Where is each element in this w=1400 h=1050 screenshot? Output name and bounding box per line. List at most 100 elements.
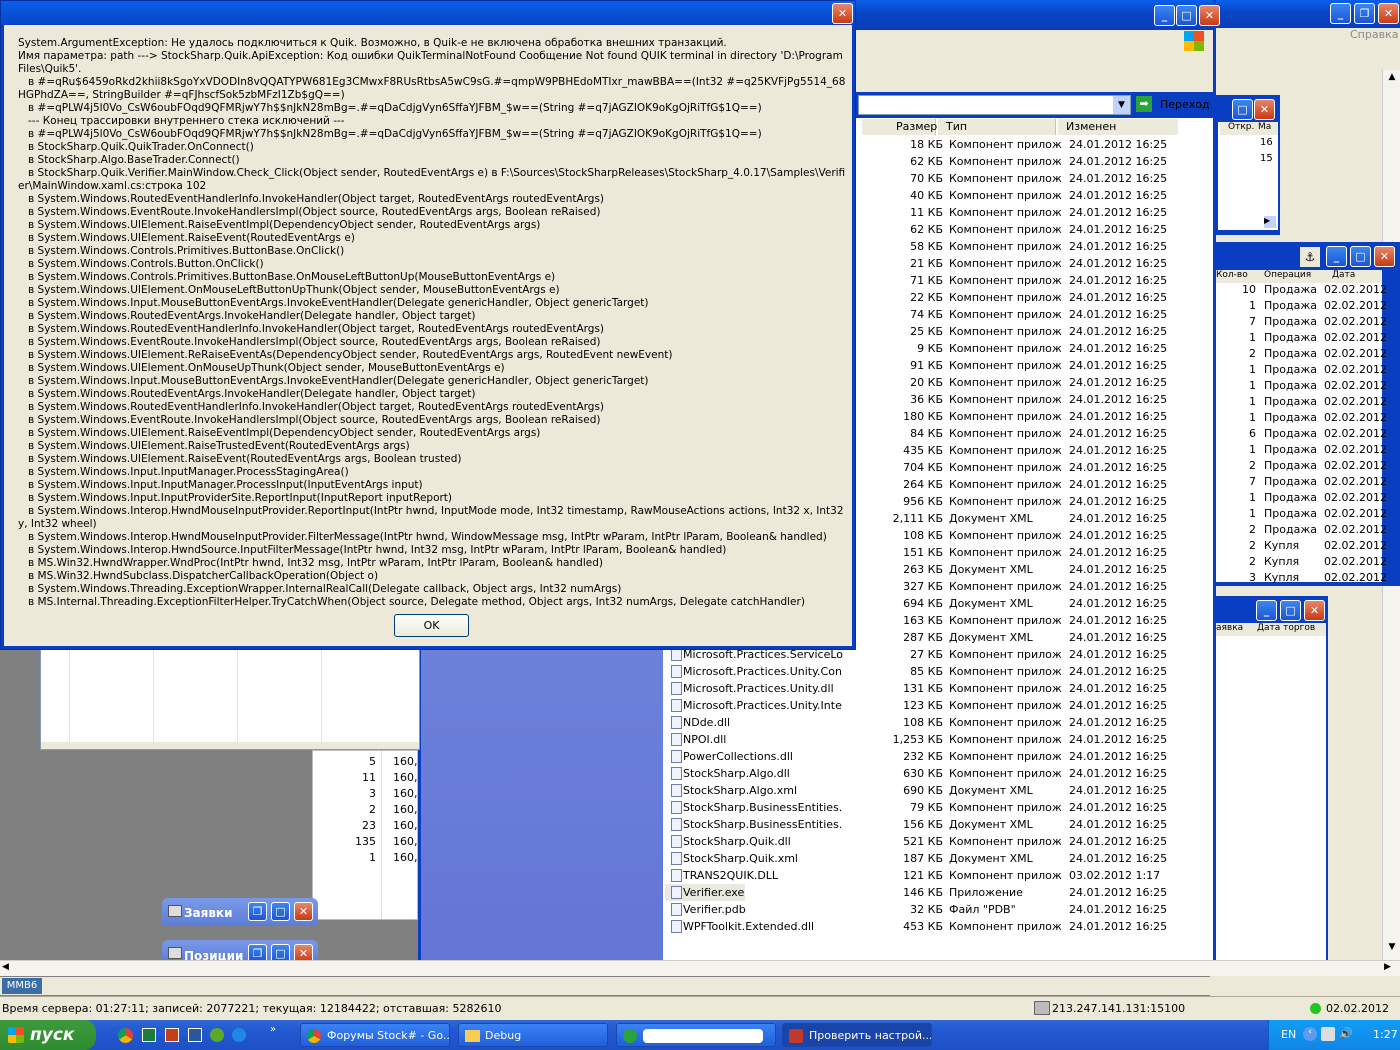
language-indicator[interactable]: EN xyxy=(1281,1028,1296,1041)
volume-icon[interactable]: 🔊 xyxy=(1339,1027,1353,1041)
trade-row[interactable]: 1 Продажа 02.02.2012 xyxy=(1216,442,1387,458)
trade-row[interactable]: 2 Продажа 02.02.2012 xyxy=(1216,458,1387,474)
file-row[interactable]: WPFToolkit.Extended.dll 453 КБ Компонент п… xyxy=(667,919,1227,936)
maximize-button[interactable]: □ xyxy=(1350,246,1371,267)
file-row[interactable]: StockSharp.Quik.xml 187 КБ Документ XML 24.… xyxy=(667,851,1227,868)
restore-button[interactable]: ❐ xyxy=(1354,3,1375,24)
file-row[interactable]: StockSharp.BusinessEntities.dll 79 КБ Комп… xyxy=(667,800,1227,817)
scroll-up-icon[interactable]: ▲ xyxy=(1385,72,1399,86)
trade-row[interactable]: 2 Продажа 02.02.2012 xyxy=(1216,346,1387,362)
mini-window-orders[interactable]: Заявки ❐ □ ✕ xyxy=(162,898,318,926)
ok-button[interactable]: OK xyxy=(394,614,469,637)
table-row[interactable]: 11 160,1 xyxy=(313,771,419,787)
table-row[interactable]: 135 160,1 xyxy=(313,835,419,851)
orders-header-tradedate[interactable]: Дата торгов xyxy=(1254,623,1326,636)
address-bar[interactable] xyxy=(858,95,1131,115)
tray-app-icon[interactable] xyxy=(1321,1027,1335,1041)
col-trunc-header[interactable]: Ма xyxy=(1258,122,1278,135)
file-row[interactable]: Verifier.exe 146 КБ Приложение 24.01.2012 1… xyxy=(667,885,1227,902)
table-row[interactable]: 1 160,1 xyxy=(313,851,419,867)
restore-button[interactable]: ❐ xyxy=(248,902,267,921)
trade-row[interactable]: 10 Продажа 02.02.2012 xyxy=(1216,282,1387,298)
close-button[interactable]: ✕ xyxy=(1374,246,1395,267)
start-button[interactable]: пуск xyxy=(0,1020,96,1050)
mini-window-positions[interactable]: Позиции ❐ □ ✕ xyxy=(162,940,318,962)
task-debug[interactable]: Debug xyxy=(458,1023,608,1047)
quicklaunch-chevron-icon[interactable]: » xyxy=(270,1024,276,1035)
trade-row[interactable]: 1 Продажа 02.02.2012 xyxy=(1216,394,1387,410)
scroll-right-icon[interactable]: ▶ xyxy=(1384,962,1391,972)
trade-row[interactable]: 2 Продажа 02.02.2012 xyxy=(1216,522,1387,538)
trade-row[interactable]: 1 Продажа 02.02.2012 xyxy=(1216,298,1387,314)
file-row[interactable]: NPOI.dll 1,253 КБ Компонент прилож... 24.01… xyxy=(667,732,1227,749)
minimize-button[interactable]: _ xyxy=(1154,5,1175,26)
maximize-button[interactable]: □ xyxy=(1176,5,1197,26)
utorrent-icon[interactable] xyxy=(210,1028,224,1042)
orders-header-trunc[interactable]: аявка xyxy=(1216,623,1254,636)
col-open-header[interactable]: Откр. xyxy=(1220,122,1258,135)
trade-row[interactable]: 7 Продажа 02.02.2012 xyxy=(1216,474,1387,490)
file-row[interactable]: StockSharp.Quik.dll 521 КБ Компонент прило… xyxy=(667,834,1227,851)
close-button[interactable]: ✕ xyxy=(832,3,853,24)
close-button[interactable]: ✕ xyxy=(1304,600,1325,621)
file-row[interactable]: StockSharp.Algo.xml 690 КБ Документ XML 24.… xyxy=(667,783,1227,800)
column-header-modified[interactable]: Изменен xyxy=(1058,119,1178,135)
maximize-button[interactable]: □ xyxy=(271,902,290,921)
excel-icon[interactable] xyxy=(142,1028,156,1042)
trade-row[interactable]: 1 Продажа 02.02.2012 xyxy=(1216,410,1387,426)
file-row[interactable]: Microsoft.Practices.Unity.Inte... 123 КБ К… xyxy=(667,698,1227,715)
close-button[interactable]: ✕ xyxy=(1254,99,1275,120)
scroll-right-icon[interactable]: ▶ xyxy=(1264,216,1276,228)
ie-icon[interactable] xyxy=(232,1028,246,1042)
table-row[interactable]: 2 160,1 xyxy=(313,803,419,819)
minimize-button[interactable]: _ xyxy=(1330,3,1351,24)
task-verifier[interactable]: Проверить настрой... xyxy=(782,1023,932,1047)
maximize-button[interactable]: □ xyxy=(1232,99,1253,120)
go-button[interactable]: Переход xyxy=(1160,98,1210,111)
table-row[interactable]: 5 160,1 xyxy=(313,755,419,771)
scroll-left-icon[interactable]: ◀ xyxy=(2,962,9,972)
file-row[interactable]: Verifier.pdb 32 КБ Файл "PDB" 24.01.2012 16… xyxy=(667,902,1227,919)
menu-help[interactable]: Справка xyxy=(1350,28,1398,41)
close-button[interactable]: ✕ xyxy=(294,902,313,921)
trade-row[interactable]: 1 Продажа 02.02.2012 xyxy=(1216,378,1387,394)
column-header-type[interactable]: Тип xyxy=(938,119,1056,135)
close-button[interactable]: ✕ xyxy=(1378,3,1399,24)
file-row[interactable]: StockSharp.BusinessEntities.xml156 КБДок… xyxy=(667,817,1227,834)
tab-mmb6[interactable]: MMB6 xyxy=(2,978,42,994)
chrome-icon[interactable] xyxy=(118,1028,133,1043)
trade-row[interactable]: 3 Купля 02.02.2012 xyxy=(1216,570,1387,586)
powerpoint-icon[interactable] xyxy=(165,1028,179,1042)
trade-row[interactable]: 1 Продажа 02.02.2012 xyxy=(1216,330,1387,346)
minimize-button[interactable]: _ xyxy=(1256,600,1277,621)
trade-row[interactable]: 1 Продажа 02.02.2012 xyxy=(1216,362,1387,378)
file-row[interactable]: NDde.dll 108 КБ Компонент прилож... 24.01.2… xyxy=(667,715,1227,732)
file-row[interactable]: Microsoft.Practices.Unity.dll 131 КБ Компо… xyxy=(667,681,1227,698)
trade-row[interactable]: 7 Продажа 02.02.2012 xyxy=(1216,314,1387,330)
file-row[interactable]: PowerCollections.dll 232 КБ Компонент прил… xyxy=(667,749,1227,766)
trade-row[interactable]: 2 Купля 02.02.2012 xyxy=(1216,538,1387,554)
task-hidden[interactable] xyxy=(616,1023,776,1047)
table-row[interactable]: 23 160,1 xyxy=(313,819,419,835)
go-arrow-icon[interactable]: ➡ xyxy=(1136,96,1152,112)
file-row[interactable]: TRANS2QUIK.DLL 121 КБ Компонент прилож... 0… xyxy=(667,868,1227,885)
file-date: 24.01.2012 16:25 xyxy=(1069,529,1168,542)
trade-row[interactable]: 1 Продажа 02.02.2012 xyxy=(1216,506,1387,522)
table-row[interactable]: 3 160,1 xyxy=(313,787,419,803)
trade-row[interactable]: 2 Купля 02.02.2012 xyxy=(1216,554,1387,570)
horizontal-scrollbar[interactable]: ◀ ▶ xyxy=(0,960,1400,976)
column-header-size[interactable]: Размер xyxy=(862,119,937,135)
close-button[interactable]: ✕ xyxy=(1199,5,1220,26)
task-forum[interactable]: Форумы Stock# - Go... xyxy=(300,1023,450,1047)
trade-row[interactable]: 1 Продажа 02.02.2012 xyxy=(1216,490,1387,506)
tray-arrow-icon[interactable]: ‹ xyxy=(1303,1027,1317,1041)
scroll-down-icon[interactable]: ▼ xyxy=(1385,942,1399,956)
maximize-button[interactable]: □ xyxy=(1280,600,1301,621)
word-icon[interactable] xyxy=(188,1028,202,1042)
minimize-button[interactable]: _ xyxy=(1326,246,1347,267)
file-row[interactable]: Microsoft.Practices.Unity.Con... 85 КБ Ком… xyxy=(667,664,1227,681)
anchor-icon[interactable]: ⚓ xyxy=(1300,247,1320,267)
chevron-down-icon[interactable]: ▼ xyxy=(1113,96,1130,114)
file-row[interactable]: StockSharp.Algo.dll 630 КБ Компонент прило… xyxy=(667,766,1227,783)
trade-row[interactable]: 6 Продажа 02.02.2012 xyxy=(1216,426,1387,442)
